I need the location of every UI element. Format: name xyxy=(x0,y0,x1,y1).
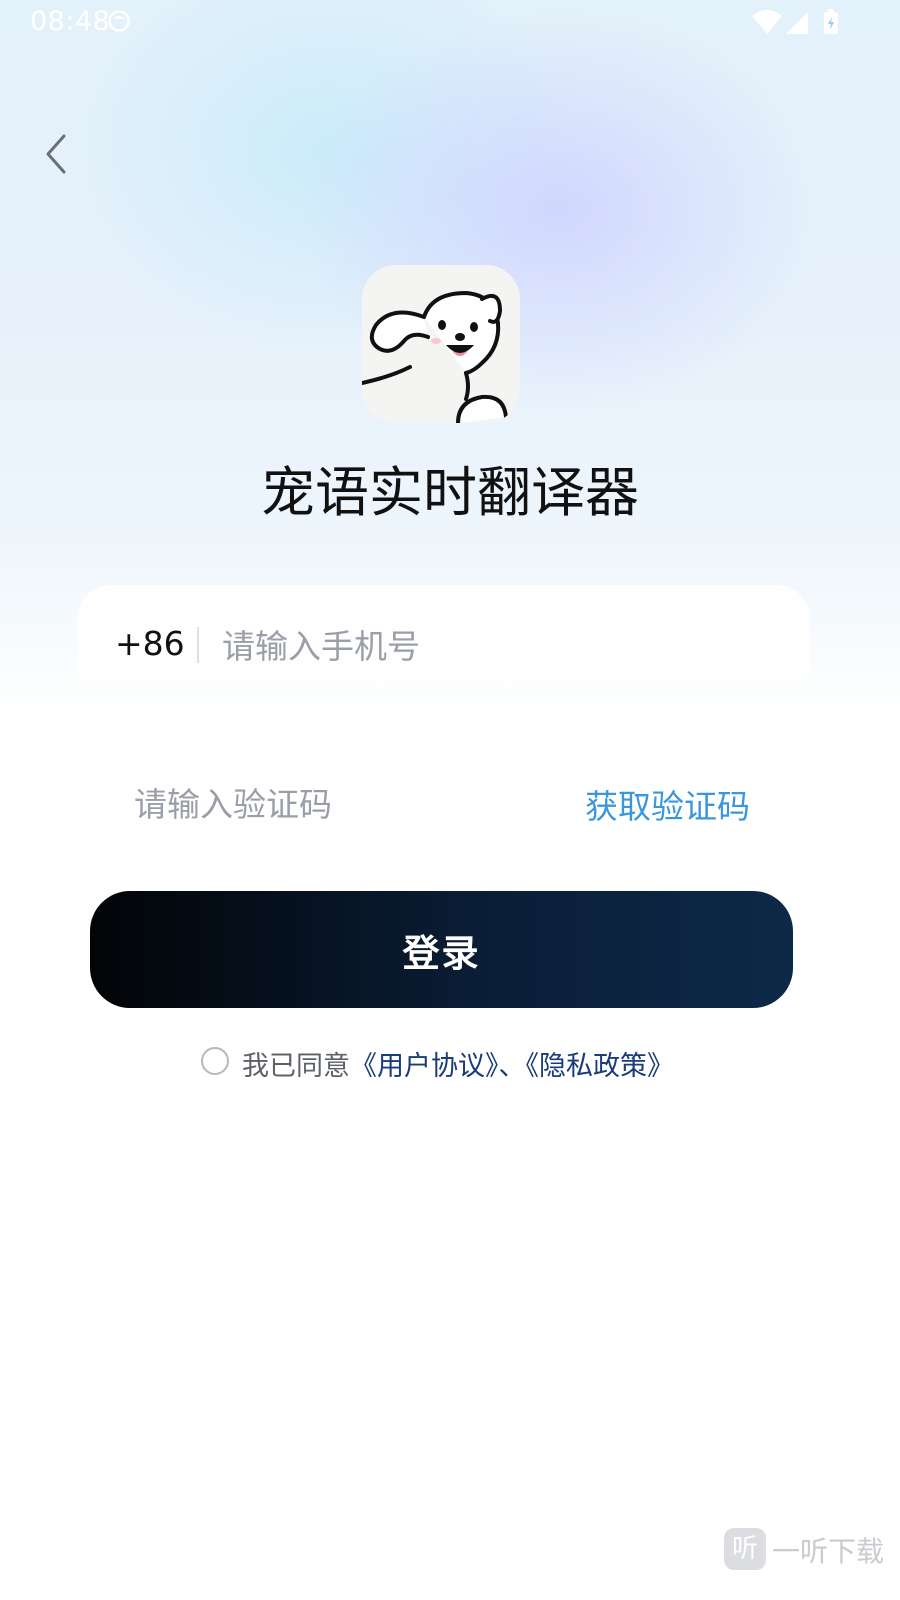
battery-icon xyxy=(824,9,838,34)
phone-input[interactable] xyxy=(220,618,744,674)
watermark-icon: 听 xyxy=(724,1528,766,1570)
puppy-logo-icon xyxy=(362,290,508,423)
notification-icon xyxy=(108,10,130,32)
status-time: 08:48 xyxy=(30,6,111,37)
chevron-left-icon xyxy=(46,134,66,174)
wifi-icon xyxy=(752,10,782,34)
field-divider xyxy=(197,627,199,663)
system-indicators xyxy=(752,9,838,34)
agreement-checkbox[interactable] xyxy=(201,1047,229,1075)
watermark-text: 一听下载 xyxy=(772,1535,885,1568)
privacy-policy-link[interactable]: 《隐私政策》 xyxy=(526,1051,675,1082)
watermark: 听 一听下载 xyxy=(724,1528,894,1572)
app-logo xyxy=(362,265,520,423)
get-code-button[interactable]: 获取验证码 xyxy=(585,780,750,828)
signal-icon xyxy=(786,12,808,34)
verification-code-input[interactable] xyxy=(132,776,536,832)
app-title: 宠语实时翻译器 xyxy=(261,461,639,524)
agreement-prefix: 我已同意 xyxy=(242,1051,350,1082)
back-button[interactable] xyxy=(38,132,78,176)
login-button[interactable]: 登录 xyxy=(90,891,793,1008)
agreement-text: 我已同意《用户协议》、《隐私政策》 xyxy=(242,1044,674,1083)
country-code-selector[interactable]: +86 xyxy=(115,624,185,663)
user-agreement-link[interactable]: 《用户协议》 xyxy=(350,1051,499,1082)
agreement-row: 我已同意《用户协议》、《隐私政策》 xyxy=(0,1044,900,1084)
agreement-separator: 、 xyxy=(498,1051,526,1082)
status-bar: 08:48 xyxy=(0,0,900,46)
